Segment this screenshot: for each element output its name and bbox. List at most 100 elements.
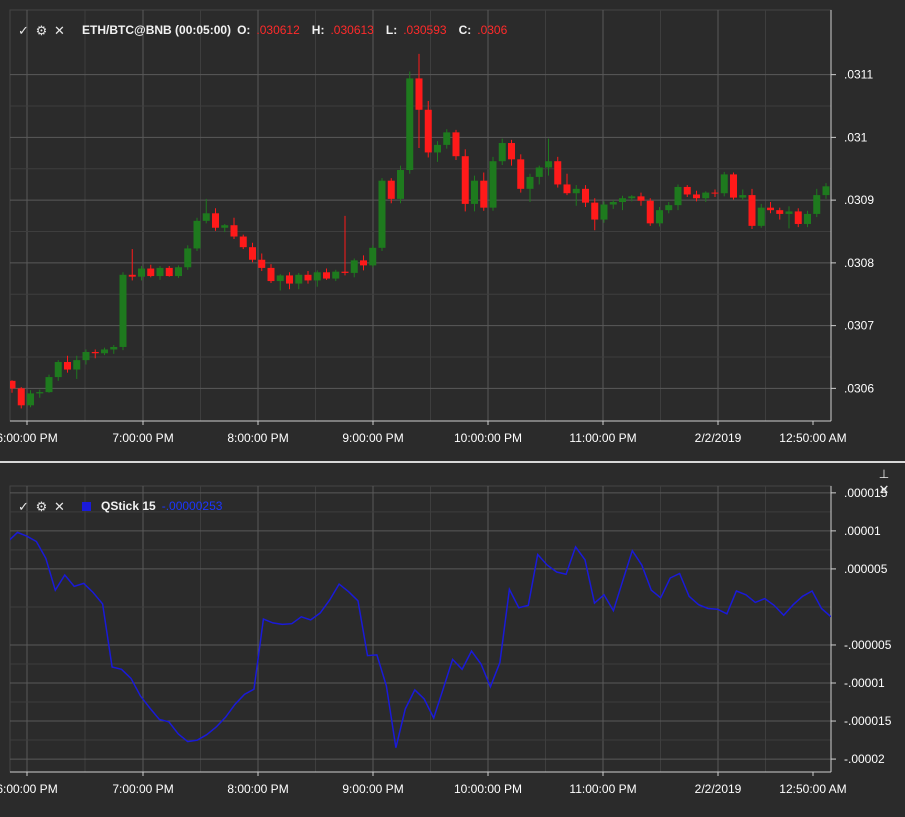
candle-body: [424, 109, 432, 153]
candle-body: [350, 260, 358, 273]
candle-body: [156, 267, 164, 277]
candle-body: [138, 268, 145, 277]
qstick-x-tick-label: 8:00:00 PM: [227, 782, 288, 796]
candle-body: [165, 267, 173, 277]
gear-icon[interactable]: ⚙: [35, 500, 48, 513]
candle-body: [804, 213, 811, 224]
price-y-tick-label: .0306: [844, 381, 874, 395]
candle-body: [249, 247, 256, 260]
candle-body: [646, 200, 654, 224]
candle-body: [267, 267, 275, 282]
qstick-x-tick-label: 7:00:00 PM: [112, 782, 173, 796]
price-y-tick-label: .0307: [844, 319, 874, 333]
close-icon[interactable]: ✕: [53, 500, 66, 513]
candle-body: [794, 211, 802, 224]
qstick-x-tick-label: 11:00:00 PM: [569, 782, 636, 796]
gear-icon[interactable]: ⚙: [35, 24, 48, 37]
candle-body: [443, 132, 451, 145]
qstick-x-tick-label: 6:00:00 PM: [0, 782, 58, 796]
candle-body: [572, 188, 580, 194]
price-x-tick-label: 11:00:00 PM: [569, 431, 636, 445]
series-color-swatch: [82, 501, 91, 511]
candle-body: [628, 196, 636, 199]
candle-body: [739, 195, 747, 198]
candle-body: [748, 195, 756, 226]
candle-body: [693, 194, 700, 199]
candle-body: [304, 274, 312, 281]
candle-body: [175, 267, 182, 277]
candle-body: [27, 393, 34, 406]
candle-body: [36, 392, 44, 394]
candle-body: [582, 188, 589, 203]
candle-body: [517, 159, 525, 189]
price-x-tick-label: 7:00:00 PM: [112, 431, 173, 445]
candle-body: [767, 207, 774, 211]
candle-body: [471, 180, 478, 204]
candle-body: [480, 180, 488, 208]
low-value: .030593: [403, 23, 447, 37]
qstick-plot-frame: [9, 485, 832, 773]
price-plot-frame: [9, 9, 832, 422]
candle-body: [101, 349, 108, 354]
candle-body: [637, 196, 645, 201]
indicator-panel-header: ✓ ⚙ ✕ QStick 15 -.00000253: [17, 495, 222, 517]
low-label: L:: [385, 23, 398, 37]
candle-body: [702, 192, 710, 199]
close-icon[interactable]: ✕: [53, 24, 66, 37]
qstick-x-tick-label: 9:00:00 PM: [342, 782, 403, 796]
candle-body: [323, 272, 330, 279]
candle-body: [730, 174, 737, 198]
check-icon[interactable]: ✓: [17, 24, 30, 37]
chart-area: .0306 .0307 .0308 .0309 .031 .0311 6:00:00 PM 7…: [0, 9, 905, 796]
candle-body: [406, 78, 414, 171]
qstick-series-line: [10, 531, 831, 748]
candle-body: [526, 176, 534, 189]
candle-body: [498, 143, 506, 162]
price-x-tick-label: 8:00:00 PM: [227, 431, 288, 445]
qstick-y-tick-label: .000005: [844, 562, 888, 576]
candle-body: [563, 184, 571, 194]
candle-body: [64, 362, 71, 370]
candle-body: [813, 195, 821, 214]
panel-separator: [0, 461, 905, 463]
candle-body: [554, 161, 562, 185]
candle-body: [720, 174, 728, 194]
qstick-y-tick-label: -.00001: [844, 676, 885, 690]
close-value: .0306: [477, 23, 508, 37]
candle-body: [535, 167, 543, 177]
pin-icon[interactable]: ⊥: [877, 467, 891, 481]
high-value: .030613: [330, 23, 374, 37]
price-y-tick-label: .0309: [844, 193, 874, 207]
candle-body: [434, 144, 441, 153]
open-label: O:: [237, 23, 251, 37]
candle-body: [212, 213, 219, 228]
qstick-x-tick-label: 2/2/2019: [695, 782, 742, 796]
indicator-value: -.00000253: [161, 499, 223, 513]
open-value: .030612: [256, 23, 300, 37]
candle-body: [313, 272, 321, 281]
candle-body: [54, 362, 62, 378]
candle-body: [286, 275, 293, 284]
candle-body: [711, 192, 719, 194]
candle-body: [683, 186, 691, 195]
candle-body: [619, 198, 626, 203]
candle-body: [591, 202, 599, 220]
close-label: C:: [458, 23, 472, 37]
candle-body: [332, 271, 340, 279]
qstick-y-tick-label: .00001: [844, 524, 881, 538]
price-panel-title: ETH/BTC@BNB (00:05:00): [82, 23, 232, 37]
candle-body: [184, 248, 192, 268]
close-panel-icon[interactable]: ✕: [877, 483, 891, 497]
qstick-y-tick-label: -.000015: [844, 714, 892, 728]
candle-body: [776, 210, 784, 214]
candle-body: [202, 213, 210, 221]
candle-body: [230, 225, 238, 237]
price-y-tick-label: .0311: [844, 68, 873, 82]
qstick-y-tick-label: -.00002: [844, 752, 885, 766]
candle-body: [508, 143, 515, 160]
candle-body: [545, 161, 552, 168]
check-icon[interactable]: ✓: [17, 500, 30, 513]
candle-body: [369, 247, 377, 266]
price-x-tick-label: 6:00:00 PM: [0, 431, 58, 445]
price-panel-header: ✓ ⚙ ✕ ETH/BTC@BNB (00:05:00) O: .030612 …: [17, 19, 513, 41]
